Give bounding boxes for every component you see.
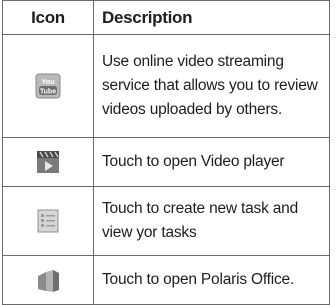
description-cell: Touch to open Video player bbox=[93, 137, 330, 187]
youtube-icon: You Tube bbox=[35, 73, 61, 99]
youtube-text-top: You bbox=[41, 77, 55, 86]
table-header-row: Icon Description bbox=[2, 0, 330, 35]
icon-cell bbox=[2, 255, 94, 305]
icon-cell bbox=[2, 137, 94, 187]
table-row: Touch to create new task and view yor ta… bbox=[2, 186, 330, 256]
header-icon: Icon bbox=[2, 0, 94, 35]
tasks-icon bbox=[37, 209, 59, 233]
polaris-office-icon bbox=[38, 270, 59, 292]
table-row: Touch to open Polaris Office. bbox=[2, 255, 330, 305]
header-description: Description bbox=[93, 0, 330, 35]
description-cell: Use online video streaming service that … bbox=[93, 34, 330, 138]
youtube-text-bottom: Tube bbox=[40, 89, 56, 96]
icon-description-table: Icon Description You Tube Use online vid… bbox=[2, 0, 330, 305]
table-row: You Tube Use online video streaming serv… bbox=[2, 34, 330, 138]
video-player-icon bbox=[37, 151, 59, 173]
icon-cell bbox=[2, 186, 94, 256]
description-cell: Touch to open Polaris Office. bbox=[93, 255, 330, 305]
icon-cell: You Tube bbox=[2, 34, 94, 138]
description-cell: Touch to create new task and view yor ta… bbox=[93, 186, 330, 256]
table-row: Touch to open Video player bbox=[2, 137, 330, 187]
